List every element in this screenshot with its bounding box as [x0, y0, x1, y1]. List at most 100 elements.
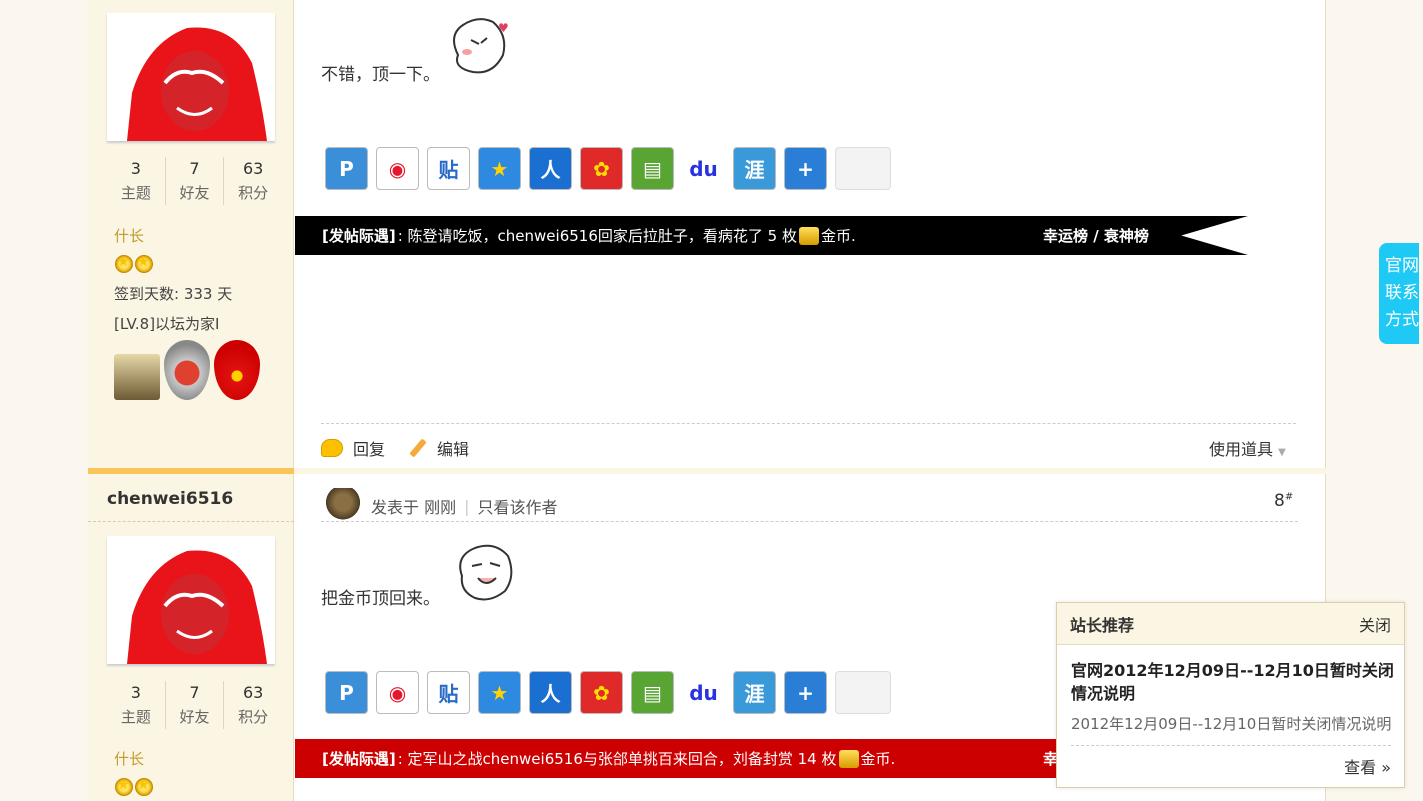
tab-line: 官网 [1385, 256, 1419, 276]
separator: | [464, 496, 470, 516]
stat-label: 积分 [238, 184, 269, 202]
reply-button[interactable]: 回复 [353, 436, 385, 460]
baidu-icon[interactable]: du [682, 147, 725, 190]
divider [88, 521, 294, 522]
qzone-icon[interactable]: P [325, 147, 368, 190]
stat-friends[interactable]: 7 好友 [164, 681, 224, 729]
divider [321, 521, 1298, 522]
blush-emoji-icon: ♥ [453, 18, 509, 74]
warrior-medal-icon[interactable] [114, 354, 160, 400]
laughing-emoji-icon [459, 544, 513, 601]
user-avatar-small-icon[interactable] [325, 488, 361, 524]
stat-points[interactable]: 63 积分 [223, 681, 282, 729]
reply-icon [321, 439, 343, 457]
post-event-banner: [发帖际遇] : 定军山之战chenwei6516与张郃单挑百来回合，刘备封赏 … [295, 739, 1058, 778]
gold-coin-icon [838, 749, 859, 768]
rank-stars [115, 777, 153, 796]
svg-text:♥: ♥ [498, 21, 509, 35]
more-share-icon[interactable]: + [784, 671, 827, 714]
huijia-icon[interactable]: 涯 [733, 147, 776, 190]
post-content: 不错，顶一下。 [321, 65, 440, 85]
post-header: 发表于 刚刚 | 只看该作者 [325, 488, 558, 524]
kaixin-icon[interactable]: ✿ [580, 671, 623, 714]
author-stats: 3 主题 7 好友 63 积分 [107, 157, 282, 205]
popup-view-more-link[interactable]: 查看 » [1344, 754, 1391, 778]
post-event-banner: [发帖际遇] : 陈登请吃饭，chenwei6516回家后拉肚子，看病花了 5 … [295, 216, 1248, 255]
star-icon [135, 777, 153, 796]
divider [1071, 745, 1391, 746]
user-level: [LV.8]以坛为家I [114, 315, 220, 333]
floor-number-text: 8 [1274, 491, 1285, 511]
share-blank[interactable] [835, 147, 891, 190]
stat-number: 7 [189, 159, 200, 178]
tieba-icon[interactable]: 贴 [427, 671, 470, 714]
banner-text: : 定军山之战chenwei6516与张郃单挑百来回合，刘备封赏 14 枚 [397, 750, 837, 768]
edit-button[interactable]: 编辑 [437, 436, 469, 460]
popup-article-summary: 2012年12月09日--12月10日暂时关闭情况说明 [1071, 715, 1392, 733]
only-author-link[interactable]: 只看该作者 [477, 494, 557, 518]
stat-number: 63 [243, 683, 264, 702]
flag-medal-icon[interactable] [214, 340, 260, 400]
author-stats: 3 主题 7 好友 63 积分 [107, 681, 282, 729]
qq-space-icon[interactable]: ★ [478, 147, 521, 190]
weibo-icon[interactable]: ◉ [376, 671, 419, 714]
stat-label: 好友 [179, 184, 210, 202]
tieba-icon[interactable]: 贴 [427, 147, 470, 190]
star-icon [115, 777, 133, 796]
use-tools-dropdown[interactable]: 使用道具 ▼ [1209, 436, 1286, 460]
avatar[interactable] [107, 536, 275, 664]
user-rank[interactable]: 什长 [114, 748, 144, 769]
banner-currency: 金币. [820, 227, 856, 245]
share-bar: P ◉ 贴 ★ 人 ✿ ▤ du 涯 + [325, 671, 891, 714]
weibo-icon[interactable]: ◉ [376, 147, 419, 190]
stat-number: 63 [243, 159, 264, 178]
avatar[interactable] [107, 13, 275, 141]
tab-line: 方式 [1385, 310, 1419, 330]
share-blank[interactable] [835, 671, 891, 714]
renren-icon[interactable]: 人 [529, 671, 572, 714]
qzone-icon[interactable]: P [325, 671, 368, 714]
banner-currency: 金币. [860, 750, 896, 768]
share-bar: P ◉ 贴 ★ 人 ✿ ▤ du 涯 + [325, 147, 891, 190]
baidu-icon[interactable]: du [682, 671, 725, 714]
more-share-icon[interactable]: + [784, 147, 827, 190]
popup-article-title[interactable]: 官网2012年12月09日--12月10日暂时关闭情况说明 [1071, 659, 1396, 705]
banner-tag: [发帖际遇] [322, 227, 396, 245]
qq-space-icon[interactable]: ★ [478, 671, 521, 714]
stat-number: 7 [189, 683, 200, 702]
floor-sup: # [1284, 491, 1294, 503]
user-rank[interactable]: 什长 [114, 225, 144, 246]
heart-medal-icon[interactable] [164, 340, 210, 400]
dropdown-arrow-icon: ▼ [1278, 447, 1286, 458]
stat-points[interactable]: 63 积分 [223, 157, 282, 205]
stat-friends[interactable]: 7 好友 [164, 157, 224, 205]
official-contact-tab[interactable]: 官网 联系 方式 [1379, 243, 1419, 344]
stat-number: 3 [130, 683, 141, 702]
post-content: 把金币顶回来。 [321, 589, 440, 609]
post-separator [88, 468, 1326, 474]
huijia-icon[interactable]: 涯 [733, 671, 776, 714]
tab-line: 联系 [1385, 283, 1419, 303]
popup-header: 站长推荐 关闭 [1057, 603, 1404, 645]
popup-close-button[interactable]: 关闭 [1359, 612, 1391, 636]
stat-topics[interactable]: 3 主题 [107, 157, 165, 205]
pengyou-icon[interactable]: ▤ [631, 147, 674, 190]
post-actions: 回复 编辑 [321, 436, 469, 460]
floor-number[interactable]: 8# [1274, 491, 1293, 511]
star-icon [135, 254, 153, 273]
pengyou-icon[interactable]: ▤ [631, 671, 674, 714]
edit-icon [407, 438, 427, 458]
stat-topics[interactable]: 3 主题 [107, 681, 165, 729]
username[interactable]: chenwei6516 [107, 489, 233, 509]
divider [321, 423, 1296, 424]
kaixin-icon[interactable]: ✿ [580, 147, 623, 190]
signin-days: 签到天数: 333 天 [114, 285, 233, 303]
rank-stars [115, 254, 153, 273]
banner-text: : 陈登请吃饭，chenwei6516回家后拉肚子，看病花了 5 枚 [397, 227, 797, 245]
post-time: 发表于 刚刚 [371, 498, 457, 517]
recommend-popup: 站长推荐 关闭 官网2012年12月09日--12月10日暂时关闭情况说明 20… [1056, 602, 1405, 788]
luck-ranking-link[interactable]: 幸运榜 / 衰神榜 [1043, 225, 1149, 246]
gold-coin-icon [798, 226, 819, 245]
stat-label: 主题 [120, 708, 151, 726]
renren-icon[interactable]: 人 [529, 147, 572, 190]
